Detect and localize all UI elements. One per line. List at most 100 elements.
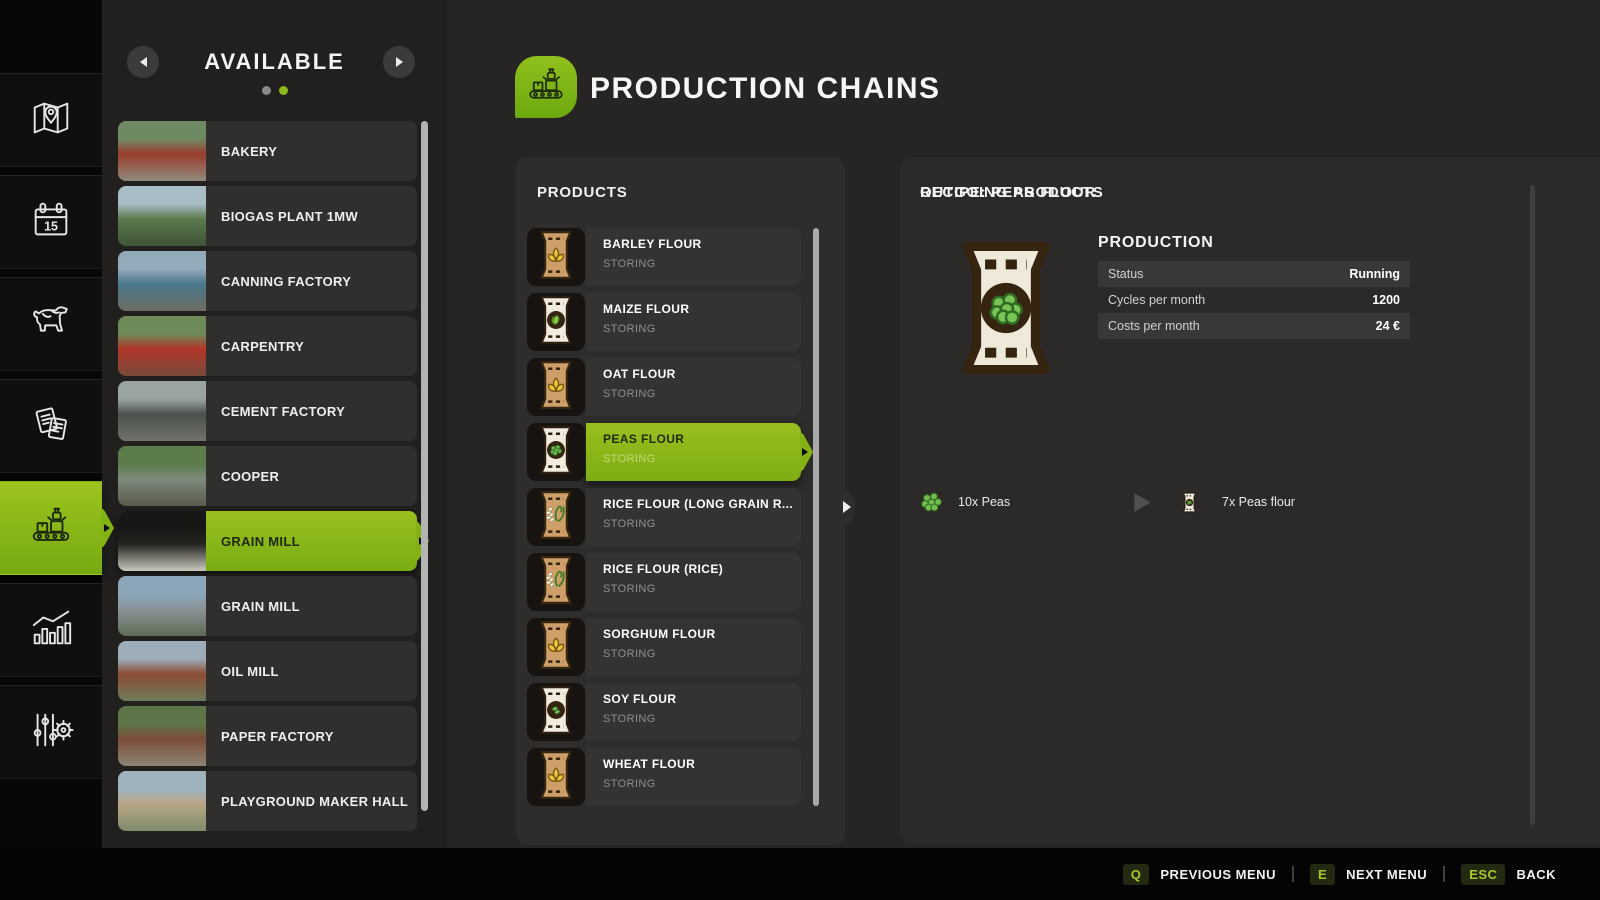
products-panel-expander[interactable] (835, 485, 855, 529)
building-list-item[interactable]: CEMENT FACTORY (118, 381, 417, 441)
building-list: BAKERY BIOGAS PLANT 1MW CANNING FACTORY … (118, 121, 417, 836)
building-list-item[interactable]: COOPER (118, 446, 417, 506)
product-title: OAT FLOUR (603, 367, 801, 381)
products-scrollbar[interactable] (813, 228, 819, 806)
product-list-item[interactable]: RICE FLOUR (LONG GRAIN R... STORING (527, 488, 801, 546)
product-title: SOY FLOUR (603, 692, 801, 706)
building-list-item[interactable]: PAPER FACTORY (118, 706, 417, 766)
building-label: PAPER FACTORY (206, 729, 334, 744)
building-thumbnail (118, 251, 206, 311)
bag-rice-icon (535, 555, 577, 610)
outgoing-scrollbar[interactable] (1530, 185, 1535, 825)
product-status: STORING (603, 388, 801, 400)
building-label: BIOGAS PLANT 1MW (206, 209, 358, 224)
sidebar-item-production[interactable] (0, 481, 102, 575)
stat-value: Running (1349, 267, 1400, 281)
footer-divider (1292, 866, 1294, 882)
production-stat-row: Costs per month 24 € (1098, 313, 1410, 339)
recipe-arrow-icon (1128, 487, 1155, 517)
building-list-item[interactable]: PLAYGROUND MAKER HALL (118, 771, 417, 831)
building-list-item[interactable]: GRAIN MILL (118, 576, 417, 636)
product-list-item[interactable]: MAIZE FLOUR STORING (527, 293, 801, 351)
peas-flour-small-icon (1181, 487, 1198, 517)
building-thumbnail (118, 121, 206, 181)
sidebar-item-calendar[interactable]: 15 (0, 175, 102, 269)
settings-icon (28, 707, 74, 758)
product-list-item[interactable]: RICE FLOUR (RICE) STORING (527, 553, 801, 611)
building-thumbnail (118, 641, 206, 701)
sidebar-item-animals[interactable] (0, 277, 102, 371)
product-list-item[interactable]: SOY FLOUR STORING (527, 683, 801, 741)
building-list-item[interactable]: CANNING FACTORY (118, 251, 417, 311)
product-status: STORING (603, 258, 801, 270)
key-cap: E (1310, 864, 1335, 885)
production-icon (525, 64, 567, 111)
building-label: CEMENT FACTORY (206, 404, 345, 419)
building-list-item[interactable]: BAKERY (118, 121, 417, 181)
sidebar-item-settings[interactable] (0, 685, 102, 779)
recipe-input-label: 10x Peas (958, 487, 1010, 517)
available-page-dots[interactable] (102, 86, 447, 95)
key-cap: ESC (1461, 864, 1505, 885)
page-title: PRODUCTION CHAINS (590, 72, 941, 106)
key-action-label: NEXT MENU (1346, 867, 1427, 882)
product-list-item[interactable]: BARLEY FLOUR STORING (527, 228, 801, 286)
chevron-right-icon (396, 57, 403, 67)
product-status: STORING (603, 583, 801, 595)
chevron-left-icon (140, 57, 147, 67)
building-thumbnail (118, 316, 206, 376)
stat-label: Cycles per month (1108, 293, 1205, 307)
product-list-item[interactable]: PEAS FLOUR STORING (527, 423, 801, 481)
bag-grain-icon (535, 360, 577, 415)
building-thumbnail (118, 771, 206, 831)
product-status: STORING (603, 323, 801, 335)
buildings-scrollbar[interactable] (421, 121, 428, 811)
footer-divider (1443, 866, 1445, 882)
available-prev-button[interactable] (127, 46, 159, 78)
product-title: RICE FLOUR (LONG GRAIN R... (603, 497, 801, 511)
bag-rice-icon (535, 490, 577, 545)
product-list-item[interactable]: OAT FLOUR STORING (527, 358, 801, 416)
building-list-item[interactable]: BIOGAS PLANT 1MW (118, 186, 417, 246)
peas-flour-bag-icon (950, 362, 1062, 379)
bag-maize-icon (535, 295, 577, 350)
product-title: BARLEY FLOUR (603, 237, 801, 251)
product-title: RICE FLOUR (RICE) (603, 562, 801, 576)
recipe-title: RECIPE: PEAS FLOUR (920, 184, 1096, 201)
bag-peas-icon (535, 425, 577, 480)
building-thumbnail (118, 186, 206, 246)
stat-value: 24 € (1376, 319, 1400, 333)
building-list-item[interactable]: GRAIN MILL (118, 511, 417, 571)
bag-grain-icon (535, 750, 577, 805)
peas-flour-bag-icon (950, 241, 1062, 375)
hotkey-hint-e[interactable]: E NEXT MENU (1310, 864, 1427, 885)
sidebar-item-contracts[interactable] (0, 379, 102, 473)
available-panel: AVAILABLE BAKERY BIOGAS PLANT 1MW CANNIN… (102, 0, 447, 900)
products-panel: PRODUCTS BARLEY FLOUR STORING MAIZE FLOU… (516, 157, 845, 845)
product-status: STORING (603, 778, 801, 790)
page-dot-1[interactable] (262, 86, 271, 95)
sidebar-item-map[interactable] (0, 73, 102, 167)
production-chains-screen: 15 AVAILABLE BAKERY BI (0, 0, 1600, 900)
stat-label: Costs per month (1108, 319, 1200, 333)
product-list-item[interactable]: SORGHUM FLOUR STORING (527, 618, 801, 676)
key-action-label: BACK (1516, 867, 1556, 882)
footer-hotkeys: Q PREVIOUS MENU E NEXT MENU ESC BACK (0, 848, 1600, 900)
page-dot-2[interactable] (279, 86, 288, 95)
hotkey-hint-esc[interactable]: ESC BACK (1461, 864, 1556, 885)
product-list-item[interactable]: WHEAT FLOUR STORING (527, 748, 801, 806)
building-thumbnail (118, 381, 206, 441)
hotkey-hint-q[interactable]: Q PREVIOUS MENU (1123, 864, 1276, 885)
building-thumbnail (118, 446, 206, 506)
outgoing-panel: OUTGOING PRODUCTS PRODUCTION Status Runn… (900, 157, 1600, 845)
product-title: WHEAT FLOUR (603, 757, 801, 771)
building-list-item[interactable]: OIL MILL (118, 641, 417, 701)
bag-soy-icon (535, 685, 577, 740)
sidebar-item-statistics[interactable] (0, 583, 102, 677)
bag-grain-icon (535, 620, 577, 675)
production-heading: PRODUCTION (1098, 234, 1214, 252)
available-next-button[interactable] (383, 46, 415, 78)
building-label: GRAIN MILL (206, 534, 300, 549)
building-list-item[interactable]: CARPENTRY (118, 316, 417, 376)
key-cap: Q (1123, 864, 1150, 885)
